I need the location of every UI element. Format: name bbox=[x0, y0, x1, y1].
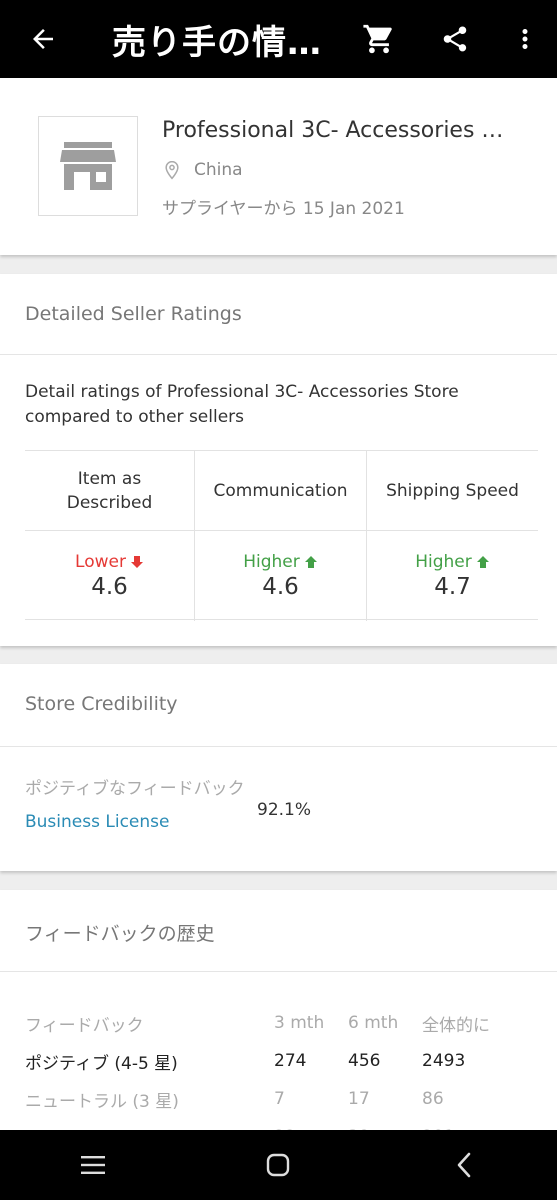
rating-cell-item: Lower 4.6 bbox=[25, 531, 195, 621]
more-vert-icon bbox=[522, 29, 528, 49]
rating-header-item: Item as Described bbox=[25, 451, 195, 530]
store-since: サプライヤーから 15 Jan 2021 bbox=[162, 199, 405, 219]
recent-apps-button[interactable] bbox=[33, 1130, 153, 1200]
seller-ratings-card: Detailed Seller Ratings Detail ratings o… bbox=[0, 274, 557, 646]
divider bbox=[0, 746, 557, 747]
history-header-overall: 全体的に bbox=[422, 1015, 490, 1036]
history-row-6mth: 456 bbox=[348, 1051, 381, 1071]
history-header-feedback: フィードバック bbox=[25, 1015, 144, 1036]
store-info-card: Professional 3C- Accessories … China サプラ… bbox=[0, 78, 557, 255]
rating-header-communication: Communication bbox=[195, 451, 367, 530]
system-nav-bar bbox=[0, 1130, 557, 1200]
back-arrow-icon bbox=[33, 29, 53, 49]
history-row-label: ポジティブ (4-5 星) bbox=[25, 1053, 178, 1074]
page-title: 売り手の情… bbox=[112, 22, 322, 63]
arrow-up-icon bbox=[304, 556, 317, 568]
positive-feedback-label: ポジティブなフィードバック bbox=[25, 779, 245, 799]
home-icon bbox=[267, 1153, 290, 1177]
history-header-3mth: 3 mth bbox=[274, 1013, 325, 1033]
storefront-icon bbox=[60, 142, 116, 190]
history-header-row: フィードバック 3 mth 6 mth 全体的に bbox=[25, 1004, 535, 1042]
ratings-header-row: Item as Described Communication Shipping… bbox=[25, 451, 538, 531]
rating-trend-label: Lower bbox=[75, 552, 126, 572]
store-location: China bbox=[162, 160, 243, 180]
history-row-overall: 86 bbox=[422, 1089, 444, 1109]
positive-feedback-value: 92.1% bbox=[257, 800, 312, 820]
rating-trend: Higher bbox=[243, 552, 318, 572]
rating-trend: Lower bbox=[75, 552, 144, 572]
history-row-6mth: 17 bbox=[348, 1089, 370, 1109]
ratings-description: Detail ratings of Professional 3C- Acces… bbox=[25, 382, 459, 427]
more-options-button[interactable] bbox=[493, 0, 557, 78]
nav-back-button[interactable] bbox=[404, 1130, 524, 1200]
rating-cell-shipping: Higher 4.7 bbox=[367, 531, 538, 621]
divider bbox=[0, 354, 557, 355]
back-icon bbox=[457, 1152, 471, 1178]
home-button[interactable] bbox=[218, 1130, 338, 1200]
history-row-3mth: 7 bbox=[274, 1089, 285, 1109]
store-location-text: China bbox=[194, 160, 243, 180]
back-button[interactable] bbox=[0, 0, 86, 78]
rating-header-shipping: Shipping Speed bbox=[386, 480, 519, 501]
arrow-up-icon bbox=[476, 556, 489, 568]
ratings-value-row: Lower 4.6 Higher 4.6 Higher 4.7 bbox=[25, 531, 538, 621]
rating-cell-communication: Higher 4.6 bbox=[195, 531, 367, 621]
store-name: Professional 3C- Accessories … bbox=[162, 118, 504, 143]
store-credibility-card: Store Credibility ポジティブなフィードバック Business… bbox=[0, 664, 557, 871]
share-icon bbox=[443, 26, 467, 52]
divider bbox=[0, 971, 557, 972]
rating-trend-label: Higher bbox=[243, 552, 300, 572]
ratings-section-title: Detailed Seller Ratings bbox=[25, 303, 242, 325]
credibility-section-title: Store Credibility bbox=[25, 693, 178, 715]
cart-button[interactable] bbox=[341, 0, 417, 78]
cart-icon bbox=[363, 24, 392, 54]
history-header-6mth: 6 mth bbox=[348, 1013, 399, 1033]
table-row: ポジティブ (4-5 星) 274 456 2493 bbox=[25, 1042, 535, 1080]
location-pin-icon bbox=[165, 160, 179, 180]
history-row-label: ニュートラル (3 星) bbox=[25, 1091, 179, 1112]
history-row-3mth: 274 bbox=[274, 1051, 307, 1071]
share-button[interactable] bbox=[417, 0, 493, 78]
rating-score: 4.6 bbox=[91, 574, 128, 600]
business-license-link[interactable]: Business License bbox=[25, 812, 169, 832]
arrow-down-icon bbox=[130, 556, 143, 568]
rating-score: 4.7 bbox=[434, 574, 471, 600]
store-logo bbox=[38, 116, 138, 216]
recent-apps-icon bbox=[80, 1156, 105, 1174]
app-bar: 売り手の情… bbox=[0, 0, 557, 78]
table-row: ニュートラル (3 星) 7 17 86 bbox=[25, 1080, 535, 1118]
history-section-title: フィードバックの歴史 bbox=[25, 923, 215, 945]
history-row-overall: 2493 bbox=[422, 1051, 466, 1071]
rating-score: 4.6 bbox=[262, 574, 299, 600]
rating-trend: Higher bbox=[415, 552, 490, 572]
rating-trend-label: Higher bbox=[415, 552, 472, 572]
ratings-table: Item as Described Communication Shipping… bbox=[25, 450, 538, 621]
